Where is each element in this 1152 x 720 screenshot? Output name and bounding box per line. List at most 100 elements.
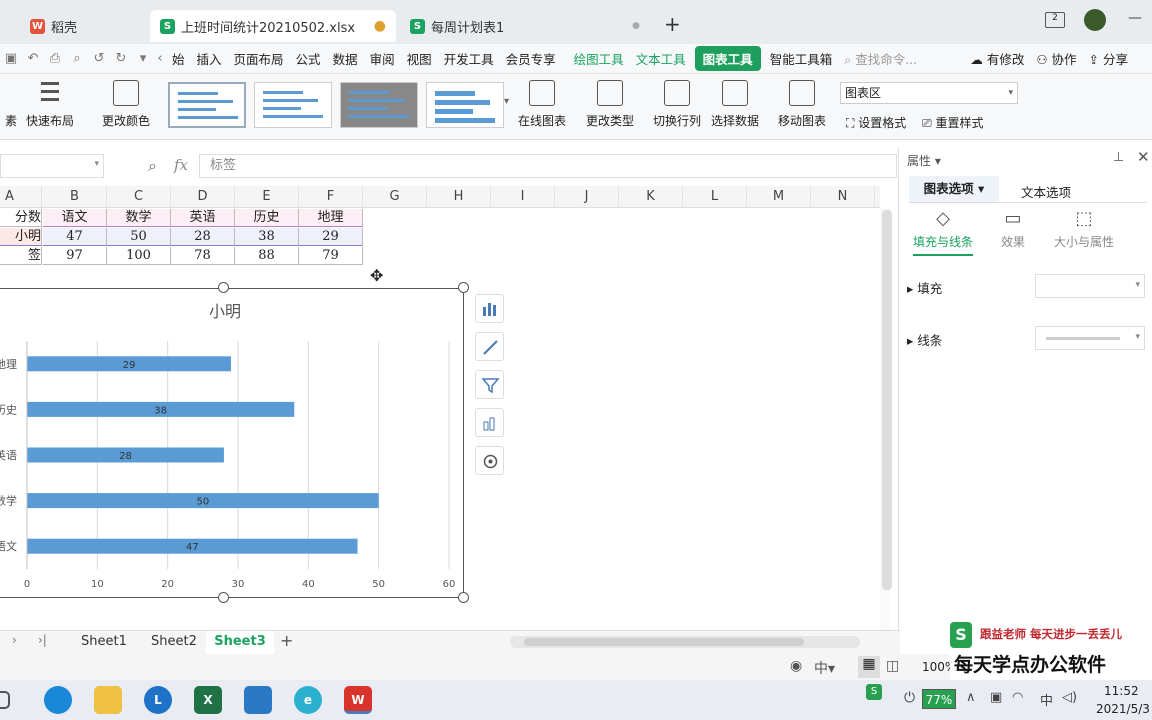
table-cell-r0-c2[interactable]: 数学 (107, 209, 171, 227)
menu-review[interactable]: 审阅 (364, 49, 401, 68)
tab-chart-options[interactable]: 图表选项 ▾ (909, 176, 999, 202)
close-icon[interactable]: ✕ (1137, 148, 1150, 166)
sheet-tab-3-active[interactable]: Sheet3 (206, 631, 274, 655)
column-header-M[interactable]: M (747, 186, 811, 208)
task-view-icon[interactable] (0, 691, 10, 709)
select-data-button[interactable]: 选择数据 (711, 80, 759, 129)
collaborate-button[interactable]: ⚇ 协作 (1030, 49, 1082, 68)
sheet-tab-1[interactable]: Sheet1 (81, 634, 127, 649)
tab-weekly-plan[interactable]: S 每周计划表1 ● (400, 10, 650, 42)
change-type-button[interactable]: 更改类型 (586, 80, 634, 129)
horizontal-scrollbar-thumb[interactable] (524, 638, 804, 646)
fill-line-tab[interactable]: ◇ 填充与线条 (913, 208, 973, 256)
wifi-icon[interactable]: ◠ (1012, 690, 1023, 705)
normal-view-icon[interactable]: ▦ (858, 656, 880, 678)
menu-developer[interactable]: 开发工具 (438, 49, 500, 68)
move-chart-button[interactable]: 移动图表 (778, 80, 826, 129)
resize-handle-top[interactable] (218, 282, 229, 293)
wps-tray-icon[interactable]: S (866, 684, 882, 700)
print-preview-icon[interactable]: ⌕ (66, 51, 88, 66)
share-button[interactable]: ⇪ 分享 (1083, 49, 1134, 68)
effects-tab[interactable]: ▭ 效果 (995, 208, 1031, 250)
chart-style-brush-button[interactable] (475, 332, 504, 361)
column-header-C[interactable]: C (107, 186, 171, 208)
menu-view[interactable]: 视图 (401, 49, 438, 68)
clock-date[interactable]: 2021/5/3 (1096, 702, 1150, 716)
battery-indicator[interactable]: 77% (922, 689, 956, 709)
prev-sheet-icon[interactable]: › (12, 633, 17, 647)
up-arrow-icon[interactable]: ∧ (966, 690, 976, 705)
column-header-G[interactable]: G (363, 186, 427, 208)
fx-icon[interactable]: fx (174, 156, 188, 174)
tab-text-options[interactable]: 文本选项 (1021, 182, 1071, 201)
column-header-B[interactable]: B (43, 186, 107, 208)
avatar[interactable] (1084, 9, 1106, 31)
scroll-left-icon[interactable]: ‹ (154, 51, 166, 66)
table-cell-r0-c3[interactable]: 英语 (171, 209, 235, 227)
edge-browser-icon[interactable] (44, 686, 72, 714)
table-cell-r2-c3[interactable]: 78 (171, 247, 235, 265)
formula-input[interactable]: 标签 (199, 154, 897, 178)
column-header-N[interactable]: N (811, 186, 875, 208)
minimize-icon[interactable]: — (1128, 10, 1142, 26)
chart-style-4[interactable] (426, 82, 504, 128)
bar-chart[interactable]: 小明 0 10 20 30 40 50 60 29 地理 38 历史 28 英语 50 数学 47 语文 (0, 288, 464, 598)
menu-insert[interactable]: 插入 (191, 49, 228, 68)
save-icon[interactable]: ▣ (0, 51, 22, 66)
menu-drawing-tools[interactable]: 绘图工具 (568, 49, 630, 68)
chart-filter-button[interactable] (475, 370, 504, 399)
resize-handle-top-right[interactable] (458, 282, 469, 293)
clock-time[interactable]: 11:52 (1104, 684, 1139, 698)
table-cell-r0-c0[interactable]: 分数 (0, 209, 42, 227)
mail-icon[interactable] (244, 686, 272, 714)
style-gallery-more-icon[interactable]: ▾ (504, 96, 509, 107)
column-header-F[interactable]: F (299, 186, 363, 208)
add-sheet-icon[interactable]: + (280, 631, 293, 650)
chart-settings-gear-button[interactable] (475, 446, 504, 475)
column-header-D[interactable]: D (171, 186, 235, 208)
tab-workbook-active[interactable]: S 上班时间统计20210502.xlsx ● (150, 10, 396, 42)
online-chart-button[interactable]: 在线图表 (518, 80, 566, 129)
l-app-icon[interactable]: L (144, 686, 172, 714)
table-cell-r1-c5[interactable]: 29 (299, 228, 363, 246)
table-cell-r1-c4[interactable]: 38 (235, 228, 299, 246)
line-section-toggle[interactable]: ▸ 线条 (907, 330, 942, 349)
table-cell-r2-c1[interactable]: 97 (43, 247, 107, 265)
reset-style-button[interactable]: ⎚ 重置样式 (922, 114, 983, 131)
print-icon[interactable]: ⎙ (44, 51, 66, 66)
table-cell-r2-c4[interactable]: 88 (235, 247, 299, 265)
quick-layout-button[interactable]: 快速布局 (26, 80, 74, 129)
chart-elements-side-button[interactable] (475, 294, 504, 323)
input-method-icon[interactable]: 中▾ (814, 658, 835, 678)
table-cell-r1-c1[interactable]: 47 (43, 228, 107, 246)
more-arrow-icon[interactable]: ▾ (132, 51, 154, 66)
page-layout-view-icon[interactable]: ◫ (886, 658, 899, 674)
line-dropdown[interactable]: ▾ (1035, 326, 1145, 350)
name-box[interactable]: ▾ (0, 154, 104, 178)
menu-data[interactable]: 数据 (327, 49, 364, 68)
wps-icon[interactable]: W (344, 686, 372, 714)
menu-member[interactable]: 会员专享 (500, 49, 562, 68)
redo-icon[interactable]: ↻ (110, 51, 132, 66)
gallery-icon[interactable]: ▣ (990, 690, 1002, 705)
ie-browser-icon[interactable]: e (294, 686, 322, 714)
table-cell-r2-c0[interactable]: 签 (0, 247, 42, 265)
sheet-tab-2[interactable]: Sheet2 (151, 634, 197, 649)
volume-icon[interactable]: ◁) (1062, 690, 1077, 705)
switch-row-column-button[interactable]: 切换行列 (653, 80, 701, 129)
pin-icon[interactable]: ⊥ (1113, 150, 1124, 165)
fill-section-toggle[interactable]: ▸ 填充 (907, 278, 942, 297)
fill-dropdown[interactable]: ▾ (1035, 274, 1145, 298)
menu-chart-tools[interactable]: 图表工具 (694, 46, 761, 71)
command-search[interactable]: ⌕ 查找命令... (838, 49, 923, 68)
table-cell-r1-c3[interactable]: 28 (171, 228, 235, 246)
file-explorer-icon[interactable] (94, 686, 122, 714)
change-color-button[interactable]: 更改颜色 (102, 80, 150, 129)
undo-icon[interactable]: ↺ (88, 51, 110, 66)
column-header-E[interactable]: E (235, 186, 299, 208)
menu-formulas[interactable]: 公式 (290, 49, 327, 68)
excel-icon[interactable]: X (194, 686, 222, 714)
resize-handle-bottom[interactable] (218, 592, 229, 603)
menu-smart-toolbox[interactable]: 智能工具箱 (764, 49, 839, 68)
table-cell-r1-c0[interactable]: 小明 (0, 228, 42, 246)
